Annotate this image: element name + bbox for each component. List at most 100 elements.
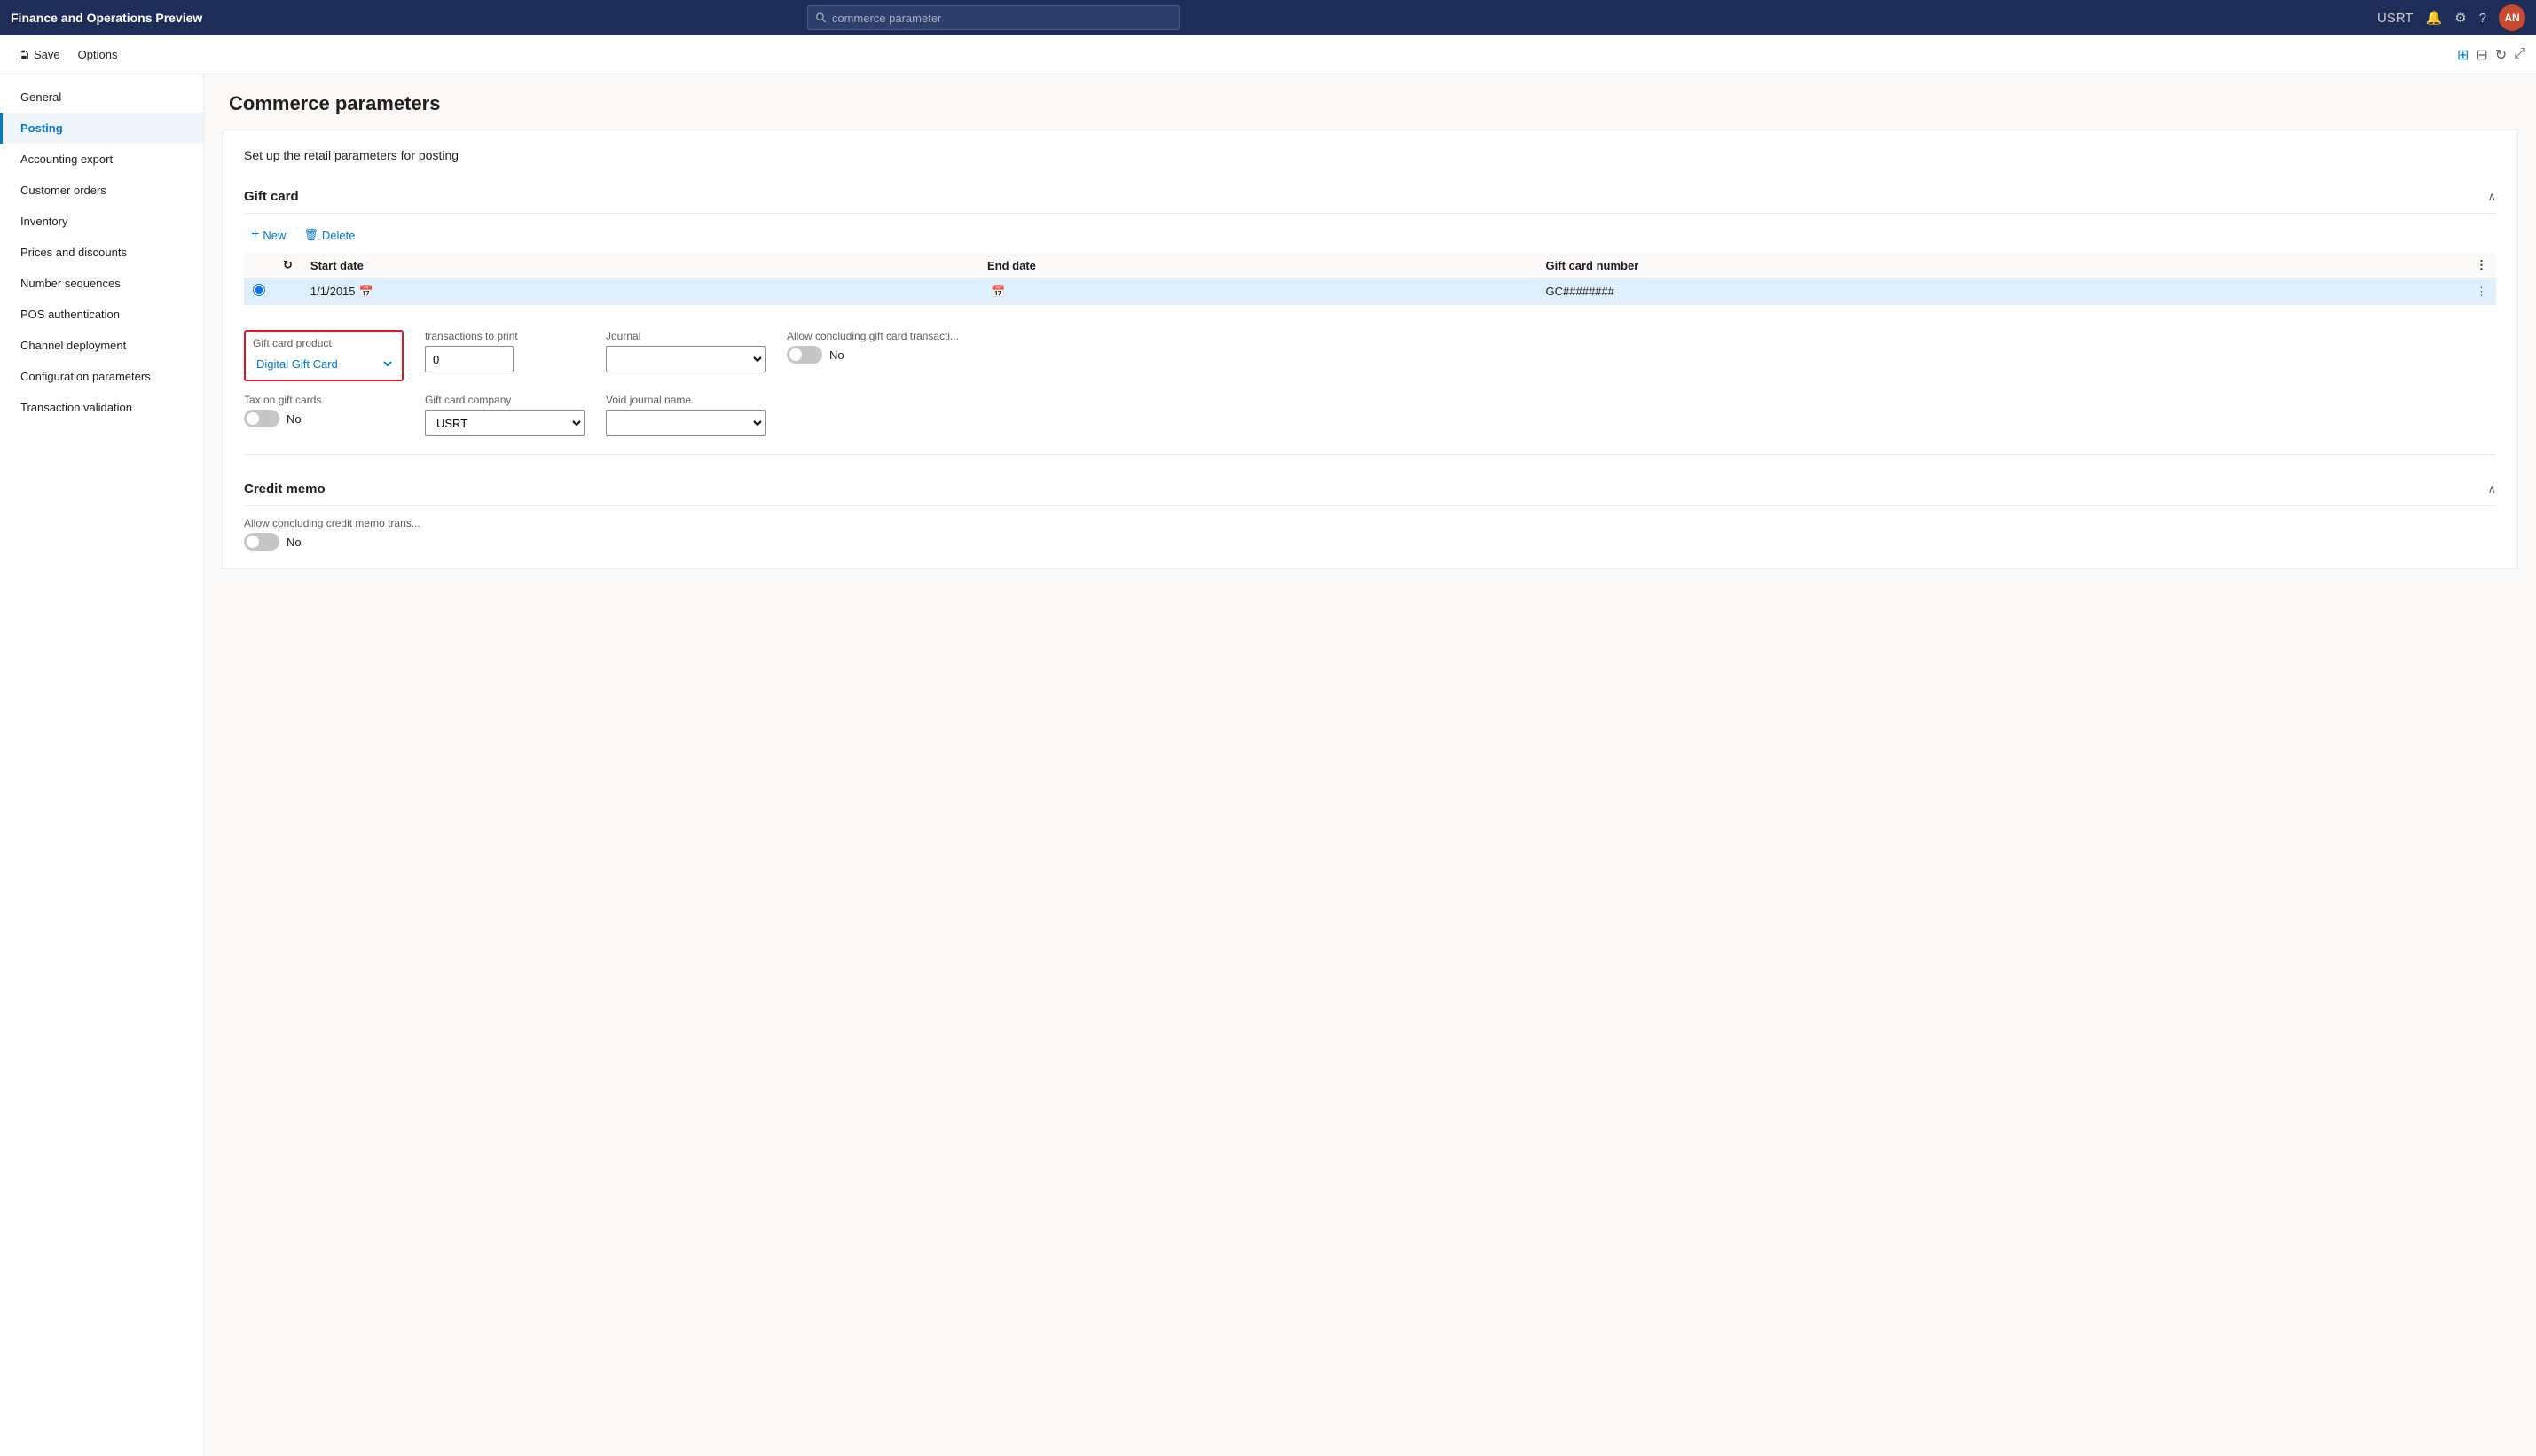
main-area: Commerce parameters Set up the retail pa… [204,74,2536,1456]
allow-concluding-credit-memo-label: Allow concluding credit memo trans... [244,517,2496,529]
gift-card-company-group: Gift card company USRT [425,394,585,436]
notification-icon[interactable]: 🔔 [2426,10,2443,26]
sidebar-item-accounting-export[interactable]: Accounting export [0,144,203,175]
row-refresh-cell [274,278,302,305]
sidebar-item-transaction-validation[interactable]: Transaction validation [0,392,203,423]
tax-toggle-knob [247,412,259,425]
gift-card-company-label: Gift card company [425,394,585,406]
allow-concluding-value: No [829,348,844,362]
row-start-date-cell[interactable]: 1/1/2015 📅 [302,278,978,305]
page-title-area: Commerce parameters [204,74,2536,129]
credit-memo-section-header: Credit memo ∧ [244,473,2496,506]
row-end-date-cell[interactable]: 📅 [978,278,1537,305]
gift-card-number-value: GC######## [1546,285,1614,298]
options-button[interactable]: Options [71,44,125,65]
form-row-2: Tax on gift cards No Gift card company [244,394,2496,436]
refresh-col-icon: ↻ [283,258,293,271]
journal-label: Journal [606,330,766,342]
form-row-1: Gift card product Digital Gift Card Phys… [244,330,2496,381]
void-journal-select[interactable] [606,410,766,436]
page-title: Commerce parameters [229,92,2511,115]
tax-toggle-group: No [244,410,404,427]
col-refresh: ↻ [274,253,302,278]
search-box[interactable] [807,5,1180,30]
new-button[interactable]: + New [244,224,293,246]
sidebar-item-customer-orders[interactable]: Customer orders [0,175,203,206]
save-icon [18,49,30,61]
tax-toggle-value: No [287,412,302,426]
delete-icon: 🗑 [303,228,318,242]
gift-card-company-select[interactable]: USRT [425,410,585,436]
section-divider [244,454,2496,455]
credit-memo-toggle-knob [247,536,259,548]
credit-memo-toggle-group: No [244,533,2496,551]
start-date-value: 1/1/2015 [310,285,356,298]
row-more-icon[interactable]: ⋮ [2476,285,2487,298]
transactions-to-print-input[interactable] [425,346,514,372]
expand-icon[interactable]: ⤢ [2514,46,2525,64]
gift-card-section-header: Gift card ∧ [244,180,2496,214]
tax-toggle[interactable] [244,410,279,427]
allow-concluding-toggle[interactable] [787,346,822,364]
grid-view-icon[interactable]: ⊞ [2457,46,2469,64]
sidebar: General Posting Accounting export Custom… [0,74,204,1456]
more-col-icon: ⋮ [2476,258,2487,271]
credit-memo-section-title: Credit memo [244,481,326,497]
sidebar-item-general[interactable]: General [0,82,203,113]
table-row[interactable]: 1/1/2015 📅 📅 GC# [244,278,2496,305]
content-panel: Set up the retail parameters for posting… [222,129,2518,569]
credit-memo-toggle-value: No [287,536,302,549]
delete-label: Delete [322,229,356,242]
sidebar-item-configuration-parameters[interactable]: Configuration parameters [0,361,203,392]
start-date-calendar-icon[interactable]: 📅 [359,285,373,299]
gift-card-product-select[interactable]: Digital Gift Card Physical Gift Card [253,353,395,374]
sidebar-item-prices-discounts[interactable]: Prices and discounts [0,237,203,268]
user-avatar[interactable]: AN [2499,4,2525,31]
page-content: General Posting Accounting export Custom… [0,74,2536,1456]
gift-card-form: Gift card product Digital Gift Card Phys… [244,319,2496,436]
tax-on-gift-cards-group: Tax on gift cards No [244,394,404,427]
col-more: ⋮ [2467,253,2496,278]
collapse-icon[interactable]: ∧ [2487,190,2496,204]
save-button[interactable]: Save [11,44,67,65]
end-date-calendar-icon[interactable]: 📅 [991,285,1005,299]
top-nav-icons: USRT 🔔 ⚙ ? AN [2377,4,2525,31]
row-gift-card-number-cell[interactable]: GC######## [1537,278,2467,305]
transactions-to-print-label: transactions to print [425,330,585,342]
row-radio[interactable] [253,284,265,296]
allow-concluding-toggle-group: No [787,346,959,364]
col-start-date: Start date [302,253,978,278]
gift-card-product-label: Gift card product [253,337,395,349]
credit-memo-toggle[interactable] [244,533,279,551]
delete-button[interactable]: 🗑 Delete [296,224,362,246]
col-gift-card-number: Gift card number [1537,253,2467,278]
allow-concluding-label: Allow concluding gift card transacti... [787,330,959,342]
sidebar-item-number-sequences[interactable]: Number sequences [0,268,203,299]
split-view-icon[interactable]: ⊟ [2476,46,2487,64]
gift-card-section: Gift card ∧ + New 🗑 Delete [244,180,2496,436]
credit-memo-collapse-icon[interactable]: ∧ [2487,482,2496,497]
toggle-knob [789,348,802,361]
journal-group: Journal [606,330,766,372]
allow-concluding-group: Allow concluding gift card transacti... … [787,330,959,364]
transactions-to-print-group: transactions to print [425,330,585,372]
row-radio-cell[interactable] [244,278,274,305]
top-navigation: Finance and Operations Preview USRT 🔔 ⚙ … [0,0,2536,35]
new-label: New [263,229,286,242]
void-journal-group: Void journal name [606,394,766,436]
section-description: Set up the retail parameters for posting [244,148,2496,162]
refresh-icon[interactable]: ↻ [2495,46,2507,64]
settings-icon[interactable]: ⚙ [2454,10,2466,26]
sidebar-item-pos-authentication[interactable]: POS authentication [0,299,203,330]
options-label: Options [78,48,118,61]
help-icon[interactable]: ? [2479,11,2486,26]
journal-select[interactable] [606,346,766,372]
credit-memo-section: Credit memo ∧ Allow concluding credit me… [244,473,2496,551]
search-input[interactable] [832,12,1172,25]
sidebar-item-posting[interactable]: Posting [0,113,203,144]
row-more-cell[interactable]: ⋮ [2467,278,2496,305]
search-icon [815,12,827,24]
sidebar-item-channel-deployment[interactable]: Channel deployment [0,330,203,361]
app-title: Finance and Operations Preview [11,11,202,25]
sidebar-item-inventory[interactable]: Inventory [0,206,203,237]
